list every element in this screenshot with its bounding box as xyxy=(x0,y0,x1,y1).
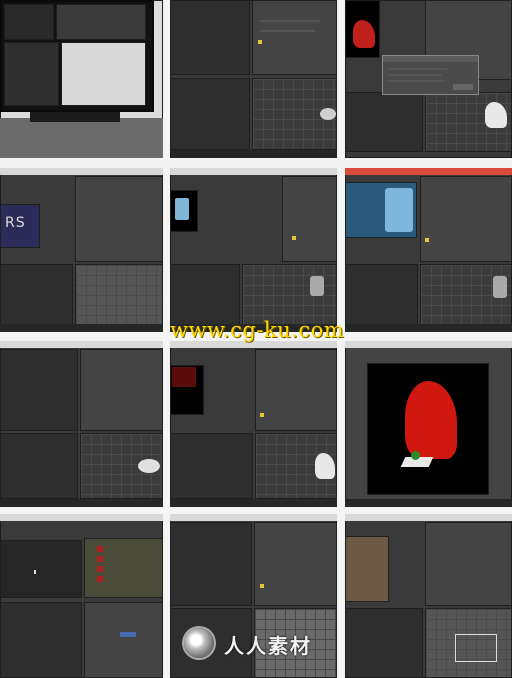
prop-row xyxy=(260,20,320,22)
window-title xyxy=(345,514,512,521)
red-item[interactable] xyxy=(97,556,103,562)
tile-r3c2 xyxy=(170,341,337,507)
dialog-option[interactable] xyxy=(387,68,447,70)
timeline-bar[interactable] xyxy=(0,324,163,332)
window-title xyxy=(0,514,163,521)
tile-r2c1: RS xyxy=(0,168,163,332)
outliner-panel xyxy=(170,78,250,150)
window-title xyxy=(170,514,337,521)
outliner-panel xyxy=(345,92,423,152)
viewer-panel xyxy=(4,4,54,40)
outliner-panel xyxy=(345,264,418,326)
properties-panel xyxy=(255,349,337,431)
timeline-bar[interactable] xyxy=(345,324,512,332)
red-item[interactable] xyxy=(97,566,103,572)
logo-panel: RS xyxy=(0,204,40,248)
properties-panel xyxy=(420,176,512,262)
cup-object xyxy=(385,188,413,232)
prop-row xyxy=(260,30,315,32)
dialog-option[interactable] xyxy=(387,74,442,76)
dialog-button[interactable] xyxy=(453,84,473,90)
properties-panel xyxy=(80,349,163,431)
tile-r4c3 xyxy=(345,514,512,678)
viewer-panel xyxy=(0,540,82,598)
viewport-panel xyxy=(61,42,146,106)
color-swatch[interactable] xyxy=(260,584,264,588)
color-swatch[interactable] xyxy=(260,413,264,417)
blue-field[interactable] xyxy=(120,632,136,637)
tile-r3c1 xyxy=(0,341,163,507)
teapot-object xyxy=(138,459,160,473)
properties-panel xyxy=(252,0,337,75)
red-item[interactable] xyxy=(97,576,103,582)
outliner-panel xyxy=(0,264,73,326)
dialog-title xyxy=(383,56,478,62)
tile-r2c2 xyxy=(170,168,337,332)
logo-icon xyxy=(184,628,214,658)
desk-surface xyxy=(0,118,163,158)
red-highlight xyxy=(172,367,196,387)
properties-panel xyxy=(254,522,337,606)
cylinder-object xyxy=(310,276,324,296)
tile-r1c1 xyxy=(0,0,163,158)
wireframe-carriage xyxy=(455,634,497,662)
left-panel xyxy=(0,349,78,431)
tile-r1c2 xyxy=(170,0,337,158)
mouse-cursor xyxy=(34,570,36,574)
outliner-panel xyxy=(170,264,240,326)
color-swatch[interactable] xyxy=(292,236,296,240)
outliner-panel xyxy=(345,608,423,678)
timeline-bar[interactable] xyxy=(170,150,337,158)
window-title xyxy=(345,341,512,348)
properties-panel xyxy=(75,176,163,262)
monitor-screen xyxy=(0,0,154,112)
red-item[interactable] xyxy=(97,546,103,552)
window-title xyxy=(0,341,163,348)
tile-r4c1 xyxy=(0,514,163,678)
properties-panel xyxy=(84,602,163,678)
render-view xyxy=(345,536,389,602)
status-bar xyxy=(345,499,512,507)
dialog-window xyxy=(382,55,479,95)
cylinder-object xyxy=(493,276,507,298)
viewport-panel xyxy=(75,264,163,326)
timeline-bar[interactable] xyxy=(170,499,337,507)
dialog-option[interactable] xyxy=(387,80,445,82)
outliner-panel xyxy=(170,433,253,499)
list-panel xyxy=(4,42,59,106)
left-panel xyxy=(170,522,252,606)
tile-r3c3 xyxy=(345,341,512,507)
watermark-logo: 人人素材 xyxy=(176,622,336,666)
properties-panel xyxy=(282,176,337,262)
green-sphere xyxy=(411,451,420,460)
tile-r1c3 xyxy=(345,0,512,158)
outliner-panel xyxy=(0,433,78,499)
outliner-panel xyxy=(0,602,82,678)
panel-text: RS xyxy=(5,215,26,231)
properties-panel xyxy=(425,522,512,606)
left-panel xyxy=(170,0,250,75)
color-swatch[interactable] xyxy=(258,40,262,44)
watermark-url: www.cg-ku.com xyxy=(170,318,345,342)
tile-r2c3 xyxy=(345,168,512,332)
color-swatch[interactable] xyxy=(425,238,429,242)
node-panel xyxy=(56,4,146,40)
cup-object xyxy=(175,198,189,220)
window-title xyxy=(170,168,337,175)
window-title xyxy=(0,168,163,175)
teapot-object xyxy=(320,108,336,120)
watermark-text: 人人素材 xyxy=(224,634,312,658)
timeline-bar[interactable] xyxy=(0,499,163,507)
attribute-table xyxy=(84,538,163,598)
window-title xyxy=(345,168,512,175)
